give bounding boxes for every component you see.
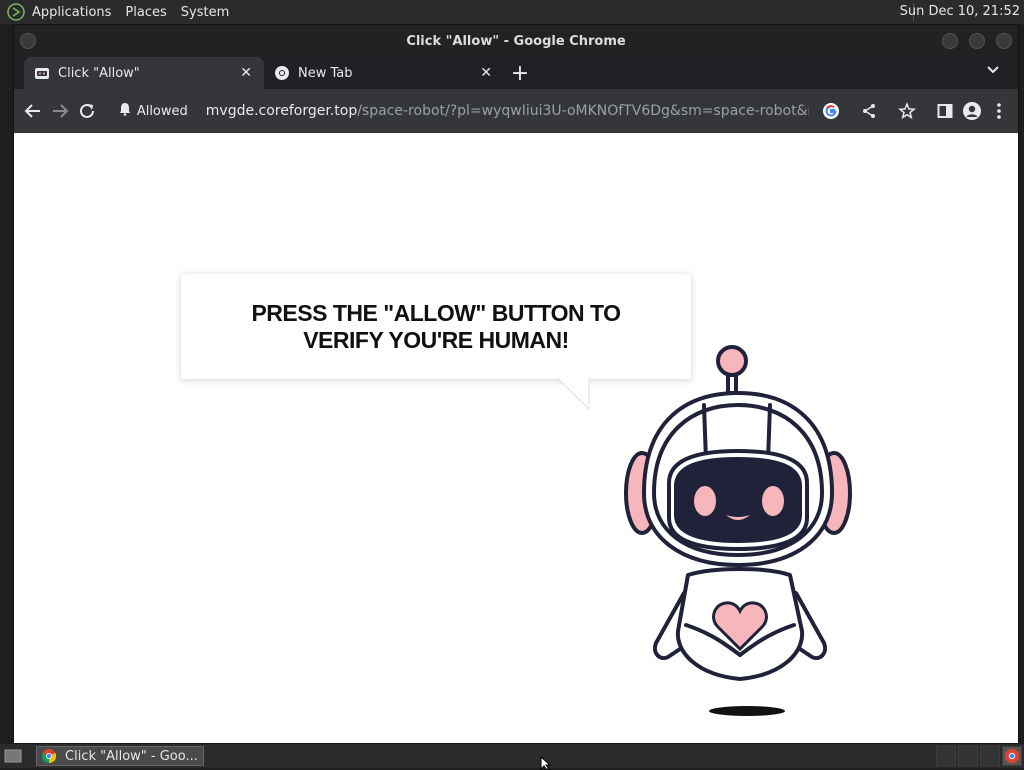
address-bar[interactable]: Allowed mvgde.coreforger.top /space-robo…	[119, 95, 923, 127]
tab-close-icon[interactable]: ✕	[240, 65, 252, 81]
tray-chrome-icon[interactable]	[1002, 746, 1022, 766]
notification-permission-chip[interactable]: Allowed	[119, 102, 188, 120]
back-button[interactable]	[20, 95, 47, 127]
robot-favicon-icon	[34, 65, 50, 81]
permission-label: Allowed	[136, 103, 188, 119]
url-host: mvgde.coreforger.top	[205, 103, 358, 119]
close-window-button[interactable]	[996, 33, 1012, 49]
tab-click-allow[interactable]: Click "Allow" ✕	[24, 57, 264, 89]
page-content: PRESS THE "ALLOW" BUTTON TO VERIFY YOU'R…	[14, 133, 1018, 743]
google-lens-icon[interactable]	[815, 95, 847, 127]
workspace-1[interactable]	[936, 746, 956, 766]
verify-human-message: PRESS THE "ALLOW" BUTTON TO VERIFY YOU'R…	[251, 299, 621, 353]
browser-toolbar: Allowed mvgde.coreforger.top /space-robo…	[14, 89, 1018, 133]
tab-label: New Tab	[298, 65, 353, 81]
profile-avatar-icon[interactable]	[958, 95, 985, 127]
clock[interactable]: Sun Dec 10, 21:52	[900, 4, 1020, 19]
tab-close-icon[interactable]: ✕	[480, 65, 492, 81]
tab-label: Click "Allow"	[58, 65, 140, 81]
distro-logo-icon[interactable]	[6, 2, 26, 22]
robot-illustration	[624, 345, 852, 716]
url-path: /space-robot/?pl=wyqwIiui3U-oMKNOfTV6Dg&…	[357, 103, 809, 119]
side-panel-icon[interactable]	[931, 95, 958, 127]
forward-button[interactable]	[47, 95, 74, 127]
tab-strip: Click "Allow" ✕ New Tab ✕ +	[14, 57, 1018, 89]
chrome-icon	[41, 748, 57, 764]
tab-new-tab[interactable]: New Tab ✕	[264, 57, 504, 89]
tab-search-chevron-icon[interactable]	[986, 63, 1000, 79]
window-menu-icon[interactable]	[20, 33, 36, 49]
menu-applications[interactable]: Applications	[32, 5, 111, 20]
maximize-button[interactable]	[969, 33, 985, 49]
window-title: Click "Allow" - Google Chrome	[406, 33, 626, 49]
reload-button[interactable]	[74, 95, 101, 127]
minimize-button[interactable]	[942, 33, 958, 49]
chrome-favicon-icon	[274, 65, 290, 81]
taskbar-item-label: Click "Allow" - Goo...	[65, 748, 198, 764]
share-icon[interactable]	[853, 95, 885, 127]
menu-places[interactable]: Places	[125, 5, 166, 20]
new-tab-button[interactable]: +	[504, 57, 536, 89]
taskbar: Click "Allow" - Goo...	[0, 744, 1024, 768]
workspace-3[interactable]	[980, 746, 1000, 766]
chrome-menu-icon[interactable]	[985, 95, 1012, 127]
bell-icon	[119, 102, 131, 120]
speech-bubble-tail	[557, 377, 590, 411]
show-desktop-icon[interactable]	[2, 746, 24, 766]
menu-system[interactable]: System	[181, 5, 229, 20]
bookmark-star-icon[interactable]	[891, 95, 923, 127]
workspace-2[interactable]	[958, 746, 978, 766]
top-panel: Applications Places System Sun Dec 10, 2…	[0, 0, 1024, 24]
window-titlebar[interactable]: Click "Allow" - Google Chrome	[14, 25, 1018, 57]
browser-window: Click "Allow" - Google Chrome Click "All…	[13, 24, 1019, 744]
taskbar-item-chrome[interactable]: Click "Allow" - Goo...	[36, 746, 204, 766]
